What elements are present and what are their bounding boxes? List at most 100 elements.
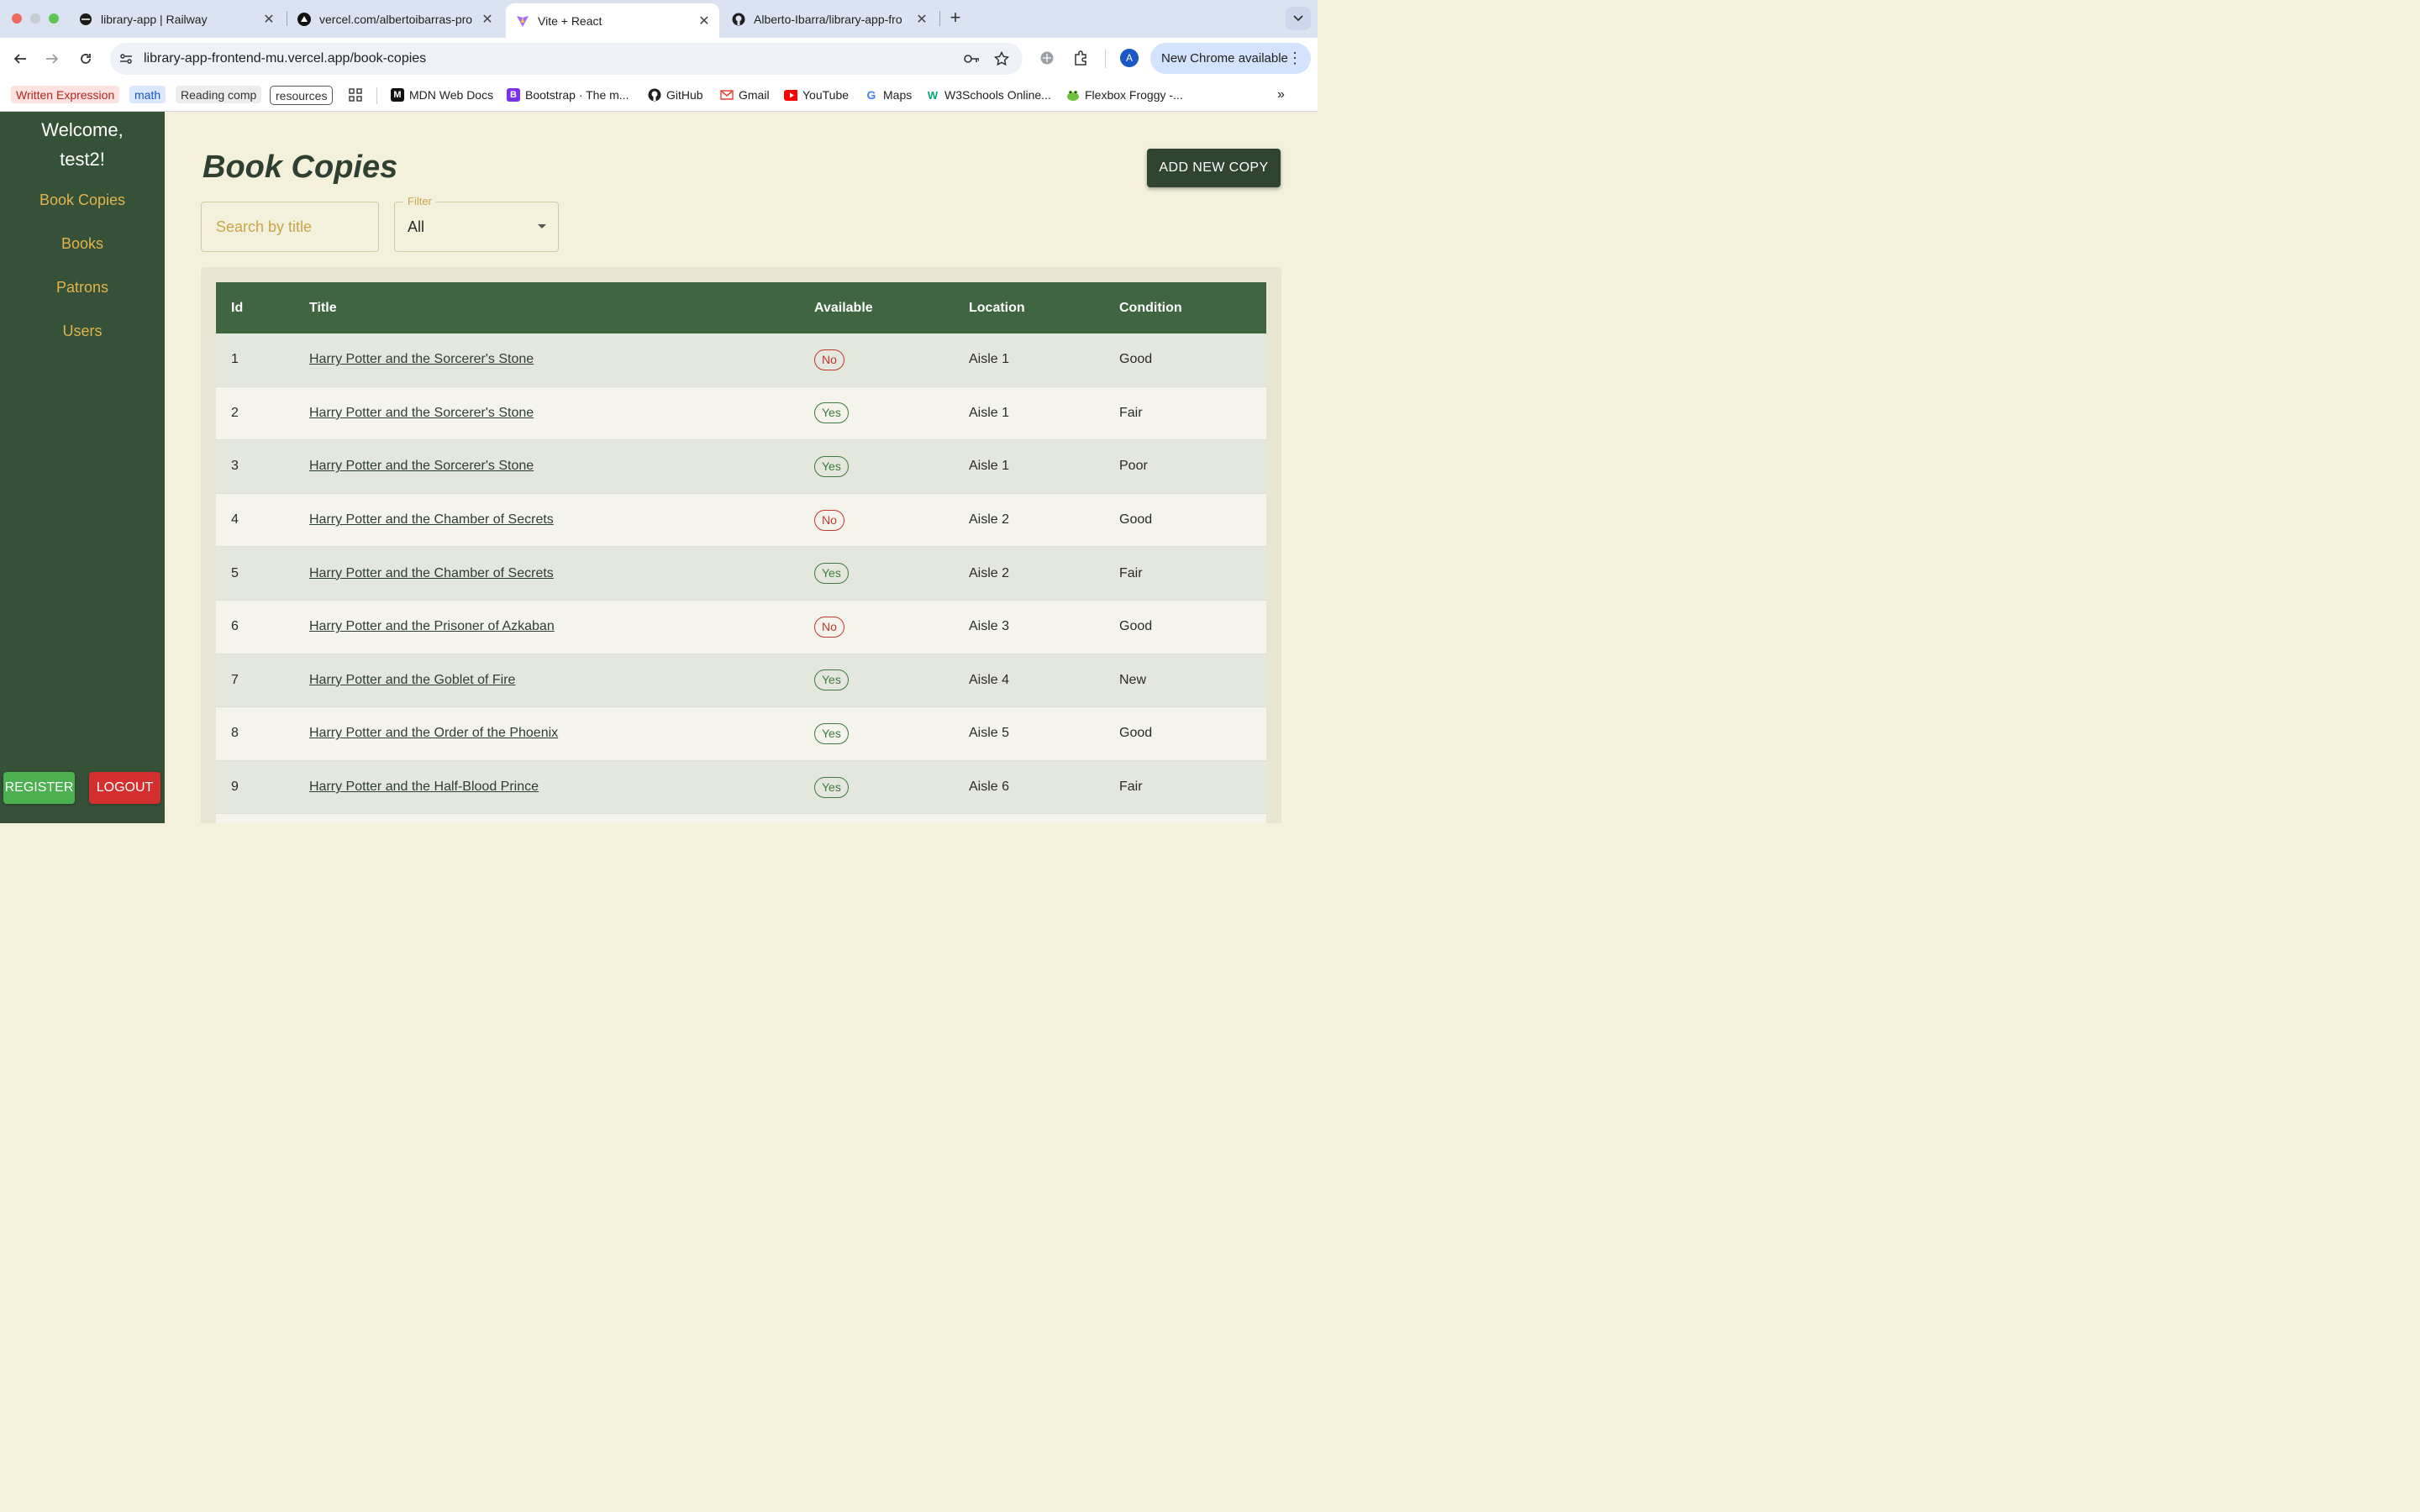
- vercel-icon: [297, 12, 311, 26]
- bookmark-maps[interactable]: G Maps: [865, 86, 913, 104]
- bookmark-resources[interactable]: resources: [270, 86, 334, 105]
- column-header-condition[interactable]: Condition: [1119, 282, 1266, 333]
- apps-grid-icon[interactable]: [349, 86, 362, 104]
- cell-condition: New: [1119, 654, 1266, 708]
- more-bookmarks-chevron-icon[interactable]: »: [1277, 86, 1285, 104]
- availability-badge: Yes: [814, 669, 849, 691]
- new-chrome-available-button[interactable]: New Chrome available ⋮: [1150, 43, 1311, 74]
- tab-search-chevron-icon[interactable]: [1286, 7, 1311, 30]
- sidebar-item-patrons[interactable]: Patrons: [0, 279, 165, 297]
- bookmark-label: Reading comp: [181, 87, 257, 102]
- window-minimize-button[interactable]: [30, 13, 40, 24]
- book-title-link[interactable]: Harry Potter and the Sorcerer's Stone: [309, 352, 534, 366]
- cell-location: Aisle 4: [969, 654, 1119, 708]
- sidebar-item-users[interactable]: Users: [0, 323, 165, 340]
- column-header-title[interactable]: Title: [309, 282, 814, 333]
- sidebar: Welcome, test2! Book Copies Books Patron…: [0, 112, 165, 823]
- sidebar-item-books[interactable]: Books: [0, 235, 165, 253]
- sidebar-item-book-copies[interactable]: Book Copies: [0, 192, 165, 209]
- table-row[interactable]: 6 Harry Potter and the Prisoner of Azkaba…: [216, 600, 1266, 654]
- close-tab-icon[interactable]: ✕: [913, 11, 930, 28]
- bookmark-mdn[interactable]: M MDN Web Docs: [391, 86, 493, 104]
- extensions-puzzle-icon[interactable]: [1071, 49, 1090, 67]
- vite-icon: [516, 14, 529, 28]
- cell-available: No: [814, 333, 969, 387]
- availability-badge: No: [814, 349, 844, 370]
- book-title-link[interactable]: Harry Potter and the Sorcerer's Stone: [309, 406, 534, 420]
- site-settings-icon[interactable]: [118, 51, 134, 66]
- bookmarks-bar: Written Expression math Reading comp res…: [0, 80, 1318, 112]
- table-row[interactable]: 1 Harry Potter and the Sorcerer's Stone No…: [216, 333, 1266, 387]
- search-input[interactable]: [214, 218, 369, 237]
- bookmark-github[interactable]: GitHub: [648, 86, 703, 104]
- table-row[interactable]: 2 Harry Potter and the Sorcerer's Stone Ye…: [216, 386, 1266, 441]
- new-tab-icon[interactable]: +: [946, 8, 965, 27]
- address-bar[interactable]: library-app-frontend-mu.vercel.app/book-…: [110, 43, 1023, 75]
- book-title-link[interactable]: Harry Potter and the Sorcerer's Stone: [309, 459, 534, 473]
- column-header-available[interactable]: Available: [814, 282, 969, 333]
- book-title-link[interactable]: Harry Potter and the Chamber of Secrets: [309, 512, 554, 527]
- cell-location: Aisle 6: [969, 760, 1119, 815]
- book-title-link[interactable]: Harry Potter and the Half-Blood Prince: [309, 780, 539, 794]
- bookmark-gmail[interactable]: Gmail: [720, 86, 770, 104]
- cell-id: 1: [216, 333, 309, 387]
- browser-tab-vite-react[interactable]: Vite + React ✕: [506, 3, 719, 38]
- dropdown-caret-icon: [538, 224, 546, 228]
- bookmark-bootstrap[interactable]: B Bootstrap · The m...: [507, 86, 629, 104]
- chrome-menu-icon[interactable]: ⋮: [1287, 50, 1302, 66]
- book-title-link[interactable]: Harry Potter and the Order of the Phoeni…: [309, 726, 558, 740]
- filter-select[interactable]: Filter All: [394, 195, 559, 252]
- bookmark-reading-comp[interactable]: Reading comp: [176, 86, 262, 103]
- column-header-location[interactable]: Location: [969, 282, 1119, 333]
- search-field[interactable]: [201, 202, 379, 252]
- table-row[interactable]: 4 Harry Potter and the Chamber of Secrets…: [216, 493, 1266, 548]
- cell-available: Yes: [814, 706, 969, 761]
- table-row[interactable]: 5 Harry Potter and the Chamber of Secrets…: [216, 546, 1266, 601]
- browser-tab-vercel[interactable]: vercel.com/albertoibarras-pro ✕: [287, 5, 502, 33]
- froggy-icon: [1066, 88, 1080, 102]
- cell-available: Yes: [814, 439, 969, 494]
- back-arrow-icon[interactable]: [9, 48, 31, 70]
- close-tab-icon[interactable]: ✕: [260, 11, 277, 28]
- close-tab-icon[interactable]: ✕: [479, 11, 496, 28]
- table-row[interactable]: 9 Harry Potter and the Half-Blood Prince Y…: [216, 760, 1266, 815]
- table-row[interactable]: 3 Harry Potter and the Sorcerer's Stone Ye…: [216, 439, 1266, 494]
- table-row[interactable]: 7 Harry Potter and the Goblet of Fire Yes A…: [216, 654, 1266, 708]
- browser-tab-github[interactable]: Alberto-Ibarra/library-app-fro ✕: [722, 5, 937, 33]
- table-row[interactable]: Yes: [216, 813, 1266, 823]
- bookmark-flexbox-froggy[interactable]: Flexbox Froggy -...: [1066, 86, 1183, 104]
- window-close-button[interactable]: [12, 13, 22, 24]
- bookmark-youtube[interactable]: YouTube: [784, 86, 849, 104]
- cell-title: Harry Potter and the Order of the Phoeni…: [309, 706, 814, 761]
- table-row[interactable]: 8 Harry Potter and the Order of the Phoen…: [216, 706, 1266, 761]
- cell-location: [969, 813, 1119, 823]
- profile-avatar[interactable]: A: [1120, 49, 1139, 67]
- bookmark-label: resources: [276, 88, 328, 102]
- column-header-id[interactable]: Id: [216, 282, 309, 333]
- reload-icon[interactable]: [75, 48, 97, 70]
- bookmark-label: Maps: [883, 88, 913, 102]
- extension-icon[interactable]: [1038, 49, 1056, 67]
- bookmark-w3schools[interactable]: W W3Schools Online...: [926, 86, 1051, 104]
- tab-separator: [939, 11, 940, 26]
- bookmark-math[interactable]: math: [129, 86, 166, 103]
- cell-condition: Good: [1119, 333, 1266, 387]
- bookmark-label: Gmail: [739, 88, 770, 102]
- add-new-copy-button[interactable]: ADD NEW COPY: [1147, 149, 1281, 187]
- book-title-link[interactable]: Harry Potter and the Goblet of Fire: [309, 673, 515, 687]
- bookmark-written-expression[interactable]: Written Expression: [11, 86, 120, 103]
- close-tab-icon[interactable]: ✕: [696, 13, 713, 29]
- table-header-row: Id Title Available Location Condition: [216, 282, 1266, 333]
- browser-tab-railway[interactable]: library-app | Railway ✕: [69, 5, 284, 33]
- book-title-link[interactable]: Harry Potter and the Prisoner of Azkaban: [309, 619, 555, 633]
- book-title-link[interactable]: Harry Potter and the Chamber of Secrets: [309, 566, 554, 580]
- github-icon: [732, 13, 745, 26]
- bookmark-star-icon[interactable]: [994, 51, 1009, 66]
- register-button[interactable]: REGISTER: [3, 772, 75, 804]
- cell-available: Yes: [814, 386, 969, 441]
- welcome-message: Welcome, test2!: [0, 115, 165, 174]
- forward-arrow-icon[interactable]: [41, 48, 63, 70]
- password-key-icon[interactable]: [964, 51, 979, 66]
- window-maximize-button[interactable]: [49, 13, 59, 24]
- logout-button[interactable]: LOGOUT: [89, 772, 160, 804]
